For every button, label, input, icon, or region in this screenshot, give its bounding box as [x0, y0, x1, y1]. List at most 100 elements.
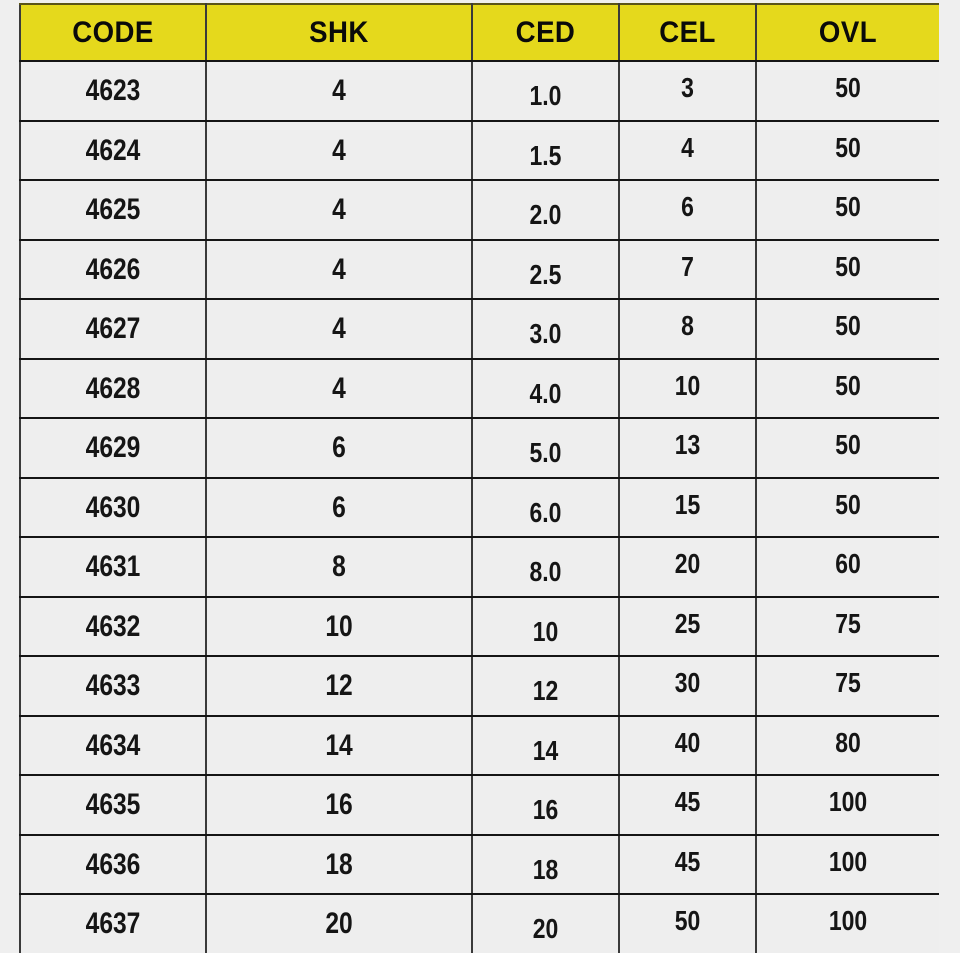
- table-row[interactable]: 4631 8 8.0 20 60: [19, 537, 939, 598]
- cell-ovl[interactable]: 50: [756, 358, 939, 419]
- cell-code[interactable]: 4633: [19, 656, 207, 717]
- table-row[interactable]: 4630 6 6.0 15 50: [19, 477, 939, 538]
- cell-ced[interactable]: 10: [472, 596, 620, 657]
- table-row[interactable]: 4633 12 12 30 75: [19, 656, 939, 717]
- cell-value-cel: 13: [674, 429, 701, 461]
- cell-ced[interactable]: 1.0: [472, 61, 620, 122]
- table-row[interactable]: 4624 4 1.5 4 50: [19, 120, 939, 181]
- cell-code[interactable]: 4631: [19, 537, 207, 598]
- cell-cel[interactable]: 7: [619, 239, 757, 300]
- cell-ced[interactable]: 2.0: [472, 180, 620, 241]
- cell-ovl[interactable]: 100: [756, 775, 939, 836]
- column-header-shk[interactable]: SHK: [206, 3, 473, 62]
- cell-code[interactable]: 4625: [19, 180, 207, 241]
- cell-cel[interactable]: 8: [619, 299, 757, 360]
- cell-cel[interactable]: 20: [619, 537, 757, 598]
- cell-cel[interactable]: 30: [619, 656, 757, 717]
- cell-cel[interactable]: 6: [619, 180, 757, 241]
- cell-shk[interactable]: 4: [206, 299, 473, 360]
- table-row[interactable]: 4634 14 14 40 80: [19, 715, 939, 776]
- column-header-code[interactable]: CODE: [19, 3, 207, 62]
- cell-shk[interactable]: 12: [206, 656, 473, 717]
- cell-ced[interactable]: 8.0: [472, 537, 620, 598]
- cell-ovl[interactable]: 50: [756, 120, 939, 181]
- cell-ovl[interactable]: 50: [756, 239, 939, 300]
- cell-value-shk: 4: [332, 133, 346, 167]
- column-header-ced[interactable]: CED: [472, 3, 620, 62]
- cell-ovl[interactable]: 50: [756, 299, 939, 360]
- cell-ced[interactable]: 12: [472, 656, 620, 717]
- cell-ovl[interactable]: 75: [756, 596, 939, 657]
- cell-ced[interactable]: 16: [472, 775, 620, 836]
- table-row[interactable]: 4632 10 10 25 75: [19, 596, 939, 657]
- cell-cel[interactable]: 3: [619, 61, 757, 122]
- cell-shk[interactable]: 16: [206, 775, 473, 836]
- cell-value-cel: 8: [681, 310, 694, 342]
- cell-shk[interactable]: 14: [206, 715, 473, 776]
- table-row[interactable]: 4636 18 18 45 100: [19, 834, 939, 895]
- cell-code[interactable]: 4634: [19, 715, 207, 776]
- cell-code[interactable]: 4636: [19, 834, 207, 895]
- cell-cel[interactable]: 15: [619, 477, 757, 538]
- table-header: CODE SHK CED CEL OVL: [19, 3, 939, 62]
- cell-ced[interactable]: 2.5: [472, 239, 620, 300]
- table-row[interactable]: 4635 16 16 45 100: [19, 775, 939, 836]
- cell-cel[interactable]: 10: [619, 358, 757, 419]
- cell-value-ced: 2.5: [529, 258, 562, 290]
- cell-ovl[interactable]: 50: [756, 180, 939, 241]
- cell-shk[interactable]: 18: [206, 834, 473, 895]
- cell-code[interactable]: 4624: [19, 120, 207, 181]
- cell-cel[interactable]: 45: [619, 834, 757, 895]
- cell-shk[interactable]: 10: [206, 596, 473, 657]
- cell-shk[interactable]: 4: [206, 358, 473, 419]
- cell-code[interactable]: 4627: [19, 299, 207, 360]
- cell-ovl[interactable]: 75: [756, 656, 939, 717]
- cell-ced[interactable]: 5.0: [472, 418, 620, 479]
- cell-value-code: 4623: [85, 74, 141, 108]
- cell-shk[interactable]: 6: [206, 477, 473, 538]
- cell-code[interactable]: 4626: [19, 239, 207, 300]
- cell-shk[interactable]: 8: [206, 537, 473, 598]
- cell-ced[interactable]: 1.5: [472, 120, 620, 181]
- cell-ovl[interactable]: 50: [756, 418, 939, 479]
- cell-shk[interactable]: 6: [206, 418, 473, 479]
- cell-cel[interactable]: 4: [619, 120, 757, 181]
- cell-shk[interactable]: 4: [206, 120, 473, 181]
- cell-value-code: 4633: [85, 669, 141, 703]
- table-row[interactable]: 4627 4 3.0 8 50: [19, 299, 939, 360]
- cell-ovl[interactable]: 80: [756, 715, 939, 776]
- cell-ovl[interactable]: 100: [756, 834, 939, 895]
- cell-value-code: 4634: [85, 728, 141, 762]
- table-row[interactable]: 4626 4 2.5 7 50: [19, 239, 939, 300]
- cell-code[interactable]: 4632: [19, 596, 207, 657]
- cell-value-ced: 14: [532, 734, 559, 766]
- cell-cel[interactable]: 40: [619, 715, 757, 776]
- column-header-cel[interactable]: CEL: [619, 3, 757, 62]
- cell-cel[interactable]: 13: [619, 418, 757, 479]
- cell-value-ced: 3.0: [529, 318, 562, 350]
- cell-ced[interactable]: 14: [472, 715, 620, 776]
- cell-code[interactable]: 4628: [19, 358, 207, 419]
- cell-shk[interactable]: 4: [206, 239, 473, 300]
- cell-ovl[interactable]: 50: [756, 61, 939, 122]
- cell-shk[interactable]: 4: [206, 61, 473, 122]
- cell-ovl[interactable]: 50: [756, 477, 939, 538]
- cell-ced[interactable]: 4.0: [472, 358, 620, 419]
- cell-cel[interactable]: 25: [619, 596, 757, 657]
- cell-shk[interactable]: 4: [206, 180, 473, 241]
- cell-code[interactable]: 4629: [19, 418, 207, 479]
- cell-ced[interactable]: 3.0: [472, 299, 620, 360]
- cell-ced[interactable]: 18: [472, 834, 620, 895]
- cell-ovl[interactable]: 60: [756, 537, 939, 598]
- cell-code[interactable]: 4630: [19, 477, 207, 538]
- table-row[interactable]: 4628 4 4.0 10 50: [19, 358, 939, 419]
- table-row[interactable]: 4629 6 5.0 13 50: [19, 418, 939, 479]
- cell-value-cel: 6: [681, 191, 694, 223]
- cell-code[interactable]: 4635: [19, 775, 207, 836]
- cell-cel[interactable]: 45: [619, 775, 757, 836]
- table-row[interactable]: 4625 4 2.0 6 50: [19, 180, 939, 241]
- cell-ced[interactable]: 6.0: [472, 477, 620, 538]
- column-header-ovl[interactable]: OVL: [756, 3, 939, 62]
- table-row[interactable]: 4623 4 1.0 3 50: [19, 61, 939, 122]
- cell-code[interactable]: 4623: [19, 61, 207, 122]
